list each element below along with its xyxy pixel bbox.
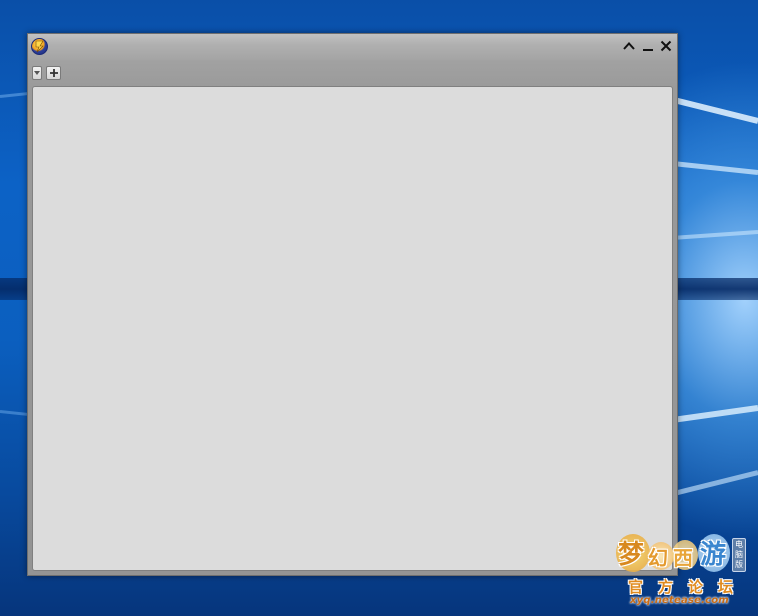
close-button[interactable] [659, 39, 673, 53]
watermark-subtitle-char: 官 [628, 578, 644, 596]
toolbar [28, 64, 677, 84]
plus-icon [49, 69, 58, 77]
title-bar[interactable] [28, 34, 677, 60]
edition-badge: 电脑版 [732, 538, 746, 572]
chevron-up-icon [623, 42, 635, 50]
game-logo-icon[interactable] [31, 38, 48, 55]
watermark-subtitle-char: 方 [658, 578, 674, 596]
desktop-background: 梦 幻 西 游 电脑版 官 方 论 坛 xyq.netease.com [0, 0, 758, 616]
chevron-down-icon [34, 71, 40, 75]
close-icon [660, 40, 672, 52]
watermark-subtitle-char: 论 [688, 578, 704, 596]
minimize-button[interactable] [641, 39, 655, 53]
watermark-url: xyq.netease.com [630, 595, 729, 606]
watermark-title-char: 游 [700, 540, 727, 570]
app-window[interactable] [27, 33, 678, 576]
collapse-button[interactable] [622, 39, 636, 53]
watermark-subtitle-char: 坛 [718, 578, 734, 596]
add-tab-button[interactable] [46, 66, 61, 80]
watermark-blob [698, 534, 730, 572]
dropdown-button[interactable] [32, 66, 42, 80]
content-area[interactable] [32, 86, 673, 571]
light-beam [668, 230, 758, 241]
minimize-icon [643, 49, 653, 51]
